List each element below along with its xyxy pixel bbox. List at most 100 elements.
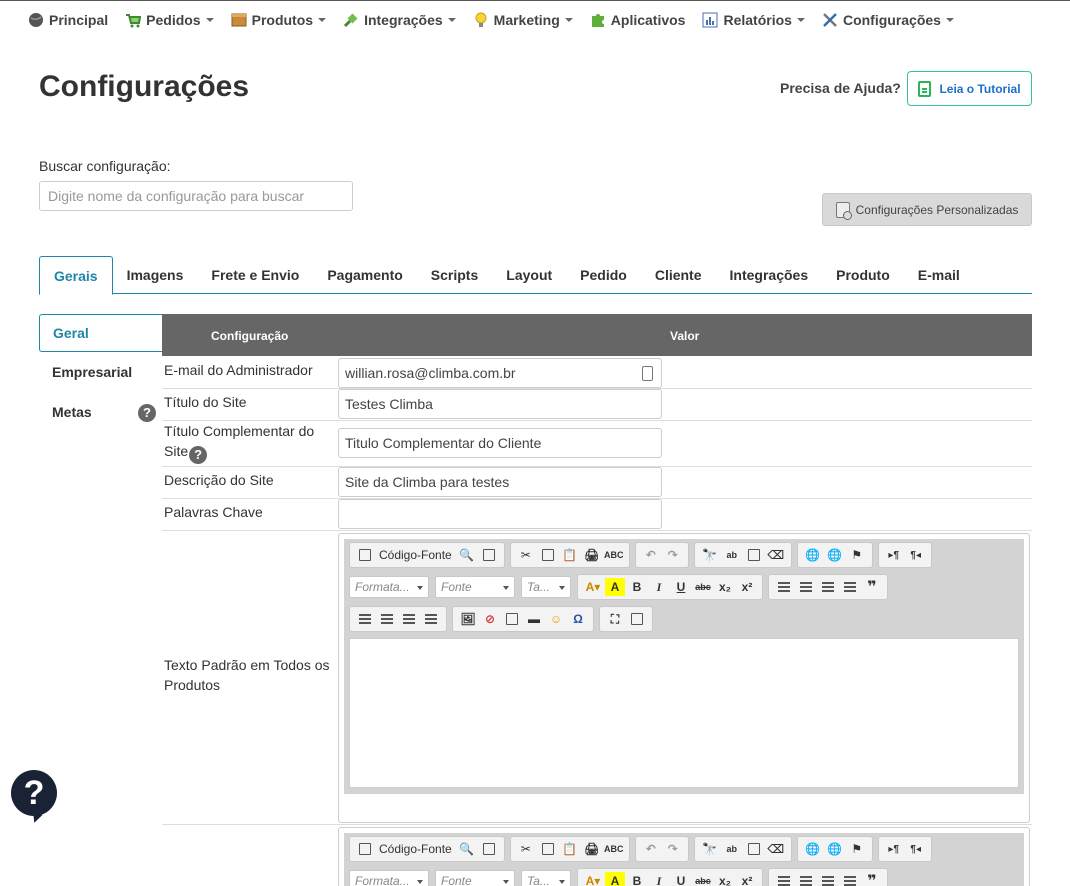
- editor-content-area[interactable]: [349, 638, 1019, 788]
- tab-imagens[interactable]: Imagens: [113, 256, 198, 294]
- paste-icon[interactable]: 📋: [560, 546, 580, 564]
- align-right-icon[interactable]: [399, 610, 419, 628]
- redo-icon[interactable]: ↷: [663, 840, 683, 858]
- underline-icon[interactable]: U: [671, 872, 691, 886]
- unlink-icon[interactable]: 🌐: [825, 840, 845, 858]
- templates-icon[interactable]: [479, 840, 499, 858]
- superscript-icon[interactable]: x²: [737, 578, 757, 596]
- indent-icon[interactable]: [840, 578, 860, 596]
- unlink-icon[interactable]: 🌐: [825, 546, 845, 564]
- bullet-list-icon[interactable]: [796, 872, 816, 886]
- site-title-field[interactable]: Testes Climba: [338, 389, 662, 419]
- tutorial-button[interactable]: Leia o Tutorial: [907, 71, 1032, 106]
- link-icon[interactable]: 🌐: [803, 546, 823, 564]
- bg-color-icon[interactable]: A: [605, 872, 625, 886]
- cut-icon[interactable]: ✂: [516, 546, 536, 564]
- bold-icon[interactable]: B: [627, 872, 647, 886]
- tab-scripts[interactable]: Scripts: [417, 256, 492, 294]
- table-icon[interactable]: [502, 610, 522, 628]
- hr-icon[interactable]: ▬: [524, 610, 544, 628]
- rtl-icon[interactable]: ¶◂: [906, 840, 926, 858]
- admin-email-field[interactable]: willian.rosa@climba.com.br: [338, 358, 662, 388]
- spellcheck-icon[interactable]: ABC: [604, 840, 624, 858]
- align-center-icon[interactable]: [377, 610, 397, 628]
- copy-icon[interactable]: [538, 546, 558, 564]
- print-icon[interactable]: 🖨: [582, 546, 602, 564]
- indent-icon[interactable]: [840, 872, 860, 886]
- blockquote-icon[interactable]: ❞: [862, 578, 882, 596]
- nav-principal[interactable]: Principal: [28, 12, 108, 28]
- tab-cliente[interactable]: Cliente: [641, 256, 716, 294]
- preview-icon[interactable]: 🔍: [457, 546, 477, 564]
- floating-help-button[interactable]: ?: [11, 770, 57, 816]
- flash-icon[interactable]: ⊘: [480, 610, 500, 628]
- numbered-list-icon[interactable]: [774, 872, 794, 886]
- underline-icon[interactable]: U: [671, 578, 691, 596]
- side-item-metas[interactable]: Metas ?: [39, 393, 163, 431]
- ltr-icon[interactable]: ▸¶: [884, 840, 904, 858]
- italic-icon[interactable]: I: [649, 578, 669, 596]
- outdent-icon[interactable]: [818, 872, 838, 886]
- redo-icon[interactable]: ↷: [663, 546, 683, 564]
- outdent-icon[interactable]: [818, 578, 838, 596]
- tab-layout[interactable]: Layout: [492, 256, 566, 294]
- tab-gerais[interactable]: Gerais: [39, 256, 113, 295]
- italic-icon[interactable]: I: [649, 872, 669, 886]
- show-blocks-icon[interactable]: [627, 610, 647, 628]
- superscript-icon[interactable]: x²: [737, 872, 757, 886]
- search-input[interactable]: [39, 181, 353, 211]
- nav-relatorios[interactable]: Relatórios: [702, 12, 805, 28]
- select-all-icon[interactable]: [744, 840, 764, 858]
- strike-icon[interactable]: abc: [693, 578, 713, 596]
- undo-icon[interactable]: ↶: [641, 546, 661, 564]
- bullet-list-icon[interactable]: [796, 578, 816, 596]
- align-left-icon[interactable]: [355, 610, 375, 628]
- tab-frete-envio[interactable]: Frete e Envio: [197, 256, 313, 294]
- blockquote-icon[interactable]: ❞: [862, 872, 882, 886]
- format-select[interactable]: Formata...: [349, 576, 429, 598]
- size-select[interactable]: Ta...: [521, 870, 571, 886]
- omega-icon[interactable]: Ω: [568, 610, 588, 628]
- templates-icon[interactable]: [479, 546, 499, 564]
- nav-marketing[interactable]: Marketing: [473, 12, 573, 28]
- tab-email[interactable]: E-mail: [904, 256, 974, 294]
- link-icon[interactable]: 🌐: [803, 840, 823, 858]
- print-icon[interactable]: 🖨: [582, 840, 602, 858]
- source-button[interactable]: Código-Fonte: [379, 548, 452, 562]
- source-button[interactable]: Código-Fonte: [379, 842, 452, 856]
- replace-icon[interactable]: ab: [722, 546, 742, 564]
- find-icon[interactable]: 🔭: [700, 546, 720, 564]
- eraser-icon[interactable]: ⌫: [766, 546, 786, 564]
- help-icon[interactable]: ?: [138, 404, 156, 422]
- anchor-flag-icon[interactable]: ⚑: [847, 840, 867, 858]
- rtl-icon[interactable]: ¶◂: [906, 546, 926, 564]
- eraser-icon[interactable]: ⌫: [766, 840, 786, 858]
- numbered-list-icon[interactable]: [774, 578, 794, 596]
- cut-icon[interactable]: ✂: [516, 840, 536, 858]
- find-icon[interactable]: 🔭: [700, 840, 720, 858]
- nav-pedidos[interactable]: Pedidos: [125, 12, 214, 28]
- text-color-icon[interactable]: A▾: [583, 872, 603, 886]
- side-item-geral[interactable]: Geral: [39, 314, 163, 352]
- site-subtitle-field[interactable]: Titulo Complementar do Cliente: [338, 428, 662, 458]
- copy-icon[interactable]: [538, 840, 558, 858]
- spellcheck-icon[interactable]: ABC: [604, 546, 624, 564]
- undo-icon[interactable]: ↶: [641, 840, 661, 858]
- bg-color-icon[interactable]: A: [605, 578, 625, 596]
- subscript-icon[interactable]: x₂: [715, 872, 735, 886]
- keywords-field[interactable]: [338, 499, 662, 529]
- justify-icon[interactable]: [421, 610, 441, 628]
- tab-integracoes[interactable]: Integrações: [716, 256, 823, 294]
- bold-icon[interactable]: B: [627, 578, 647, 596]
- select-all-icon[interactable]: [744, 546, 764, 564]
- anchor-flag-icon[interactable]: ⚑: [847, 546, 867, 564]
- maximize-icon[interactable]: ⛶: [605, 610, 625, 628]
- tab-pagamento[interactable]: Pagamento: [313, 256, 416, 294]
- nav-aplicativos[interactable]: Aplicativos: [590, 12, 685, 28]
- tab-produto[interactable]: Produto: [822, 256, 904, 294]
- image-icon[interactable]: 🖼: [458, 610, 478, 628]
- paste-icon[interactable]: 📋: [560, 840, 580, 858]
- site-description-field[interactable]: Site da Climba para testes: [338, 467, 662, 497]
- format-select[interactable]: Formata...: [349, 870, 429, 886]
- smiley-icon[interactable]: ☺: [546, 610, 566, 628]
